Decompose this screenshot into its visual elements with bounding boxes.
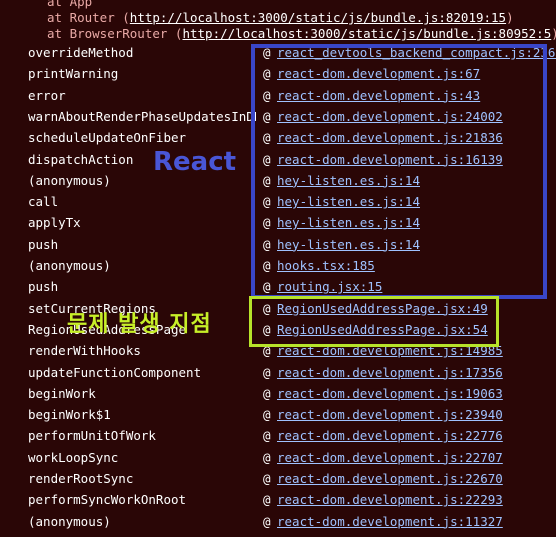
stack-function-name: call <box>28 194 59 210</box>
stack-source-link[interactable]: react-dom.development.js:22776 <box>277 428 503 443</box>
stack-function-name: updateFunctionComponent <box>28 364 202 380</box>
stack-row: renderRootSync @ react-dom.development.js:… <box>0 469 556 490</box>
stack-row: beginWork$1 @ react-dom.development.js:239… <box>0 405 556 426</box>
at-symbol: @ <box>263 492 271 508</box>
header-line: at Router (http://localhost:3000/static/… <box>47 10 514 25</box>
stack-source-link[interactable]: react-dom.development.js:22293 <box>277 492 503 507</box>
at-symbol: @ <box>263 449 271 465</box>
header-line-suffix: ) <box>551 26 556 41</box>
header-line-url[interactable]: http://localhost:3000/static/js/bundle.j… <box>182 26 551 41</box>
header-line-prefix: at App <box>47 0 93 9</box>
stack-function-name: error <box>28 87 66 103</box>
stack-function-name: warnAboutRenderPhaseUpdatesInDEV <box>28 108 256 124</box>
stack-function-name: (anonymous) <box>28 258 111 273</box>
stack-source-link[interactable]: react-dom.development.js:23940 <box>277 407 503 422</box>
stack-function-name: overrideMethod <box>28 45 134 60</box>
at-symbol: @ <box>263 407 271 423</box>
stack-function-name: push <box>28 279 59 295</box>
stack-function-name: scheduleUpdateOnFiber <box>28 130 187 146</box>
at-symbol: @ <box>263 385 271 401</box>
stack-function-name: beginWork$1 <box>28 407 111 423</box>
header-line-prefix: at BrowserRouter ( <box>47 26 183 41</box>
header-line-suffix: ) <box>506 10 514 25</box>
at-symbol: @ <box>263 513 271 529</box>
error-highlight-box <box>249 296 499 347</box>
stack-function-name: renderRootSync <box>28 471 134 486</box>
header-line: at BrowserRouter (http://localhost:3000/… <box>47 26 556 41</box>
stack-function-name: performSyncWorkOnRoot <box>28 492 187 508</box>
at-symbol: @ <box>263 428 271 444</box>
at-symbol: @ <box>263 364 271 380</box>
stack-function-name: workLoopSync <box>28 449 119 465</box>
stack-function-name: performUnitOfWork <box>28 428 156 444</box>
stack-source-link[interactable]: react-dom.development.js:17356 <box>277 365 503 380</box>
stack-function-name: printWarning <box>28 66 119 82</box>
stack-function-name: renderWithHooks <box>28 343 141 359</box>
stack-row: updateFunctionComponent @ react-dom.develo… <box>0 363 556 384</box>
stack-row: performUnitOfWork @ react-dom.development.… <box>0 426 556 447</box>
at-symbol: @ <box>263 471 271 486</box>
stack-function-name: (anonymous) <box>28 172 111 188</box>
stack-function-name: dispatchAction <box>28 151 134 167</box>
stack-source-link[interactable]: react-dom.development.js:22670 <box>277 471 503 486</box>
react-annotation-label: React <box>153 147 237 177</box>
header-line-url[interactable]: http://localhost:3000/static/js/bundle.j… <box>130 10 506 25</box>
stack-row: workLoopSync @ react-dom.development.js:22… <box>0 448 556 469</box>
error-location-annotation-label: 문제 발생 지점 <box>67 312 212 337</box>
stack-function-name: applyTx <box>28 215 81 231</box>
stack-function-name: (anonymous) <box>28 513 111 529</box>
react-highlight-box <box>251 44 547 299</box>
header-line: at App <box>47 0 92 9</box>
stack-source-link[interactable]: react-dom.development.js:19063 <box>277 386 503 401</box>
stack-row: performSyncWorkOnRoot @ react-dom.developm… <box>0 490 556 511</box>
stack-source-link[interactable]: react-dom.development.js:11327 <box>277 514 503 529</box>
stack-row: (anonymous) @ react-dom.development.js:113… <box>0 512 556 533</box>
stack-function-name: beginWork <box>28 385 96 401</box>
header-line-prefix: at Router ( <box>47 10 130 25</box>
stack-source-link[interactable]: react-dom.development.js:22707 <box>277 450 503 465</box>
stack-row: beginWork @ react-dom.development.js:19063 <box>0 384 556 405</box>
stack-function-name: push <box>28 236 59 252</box>
